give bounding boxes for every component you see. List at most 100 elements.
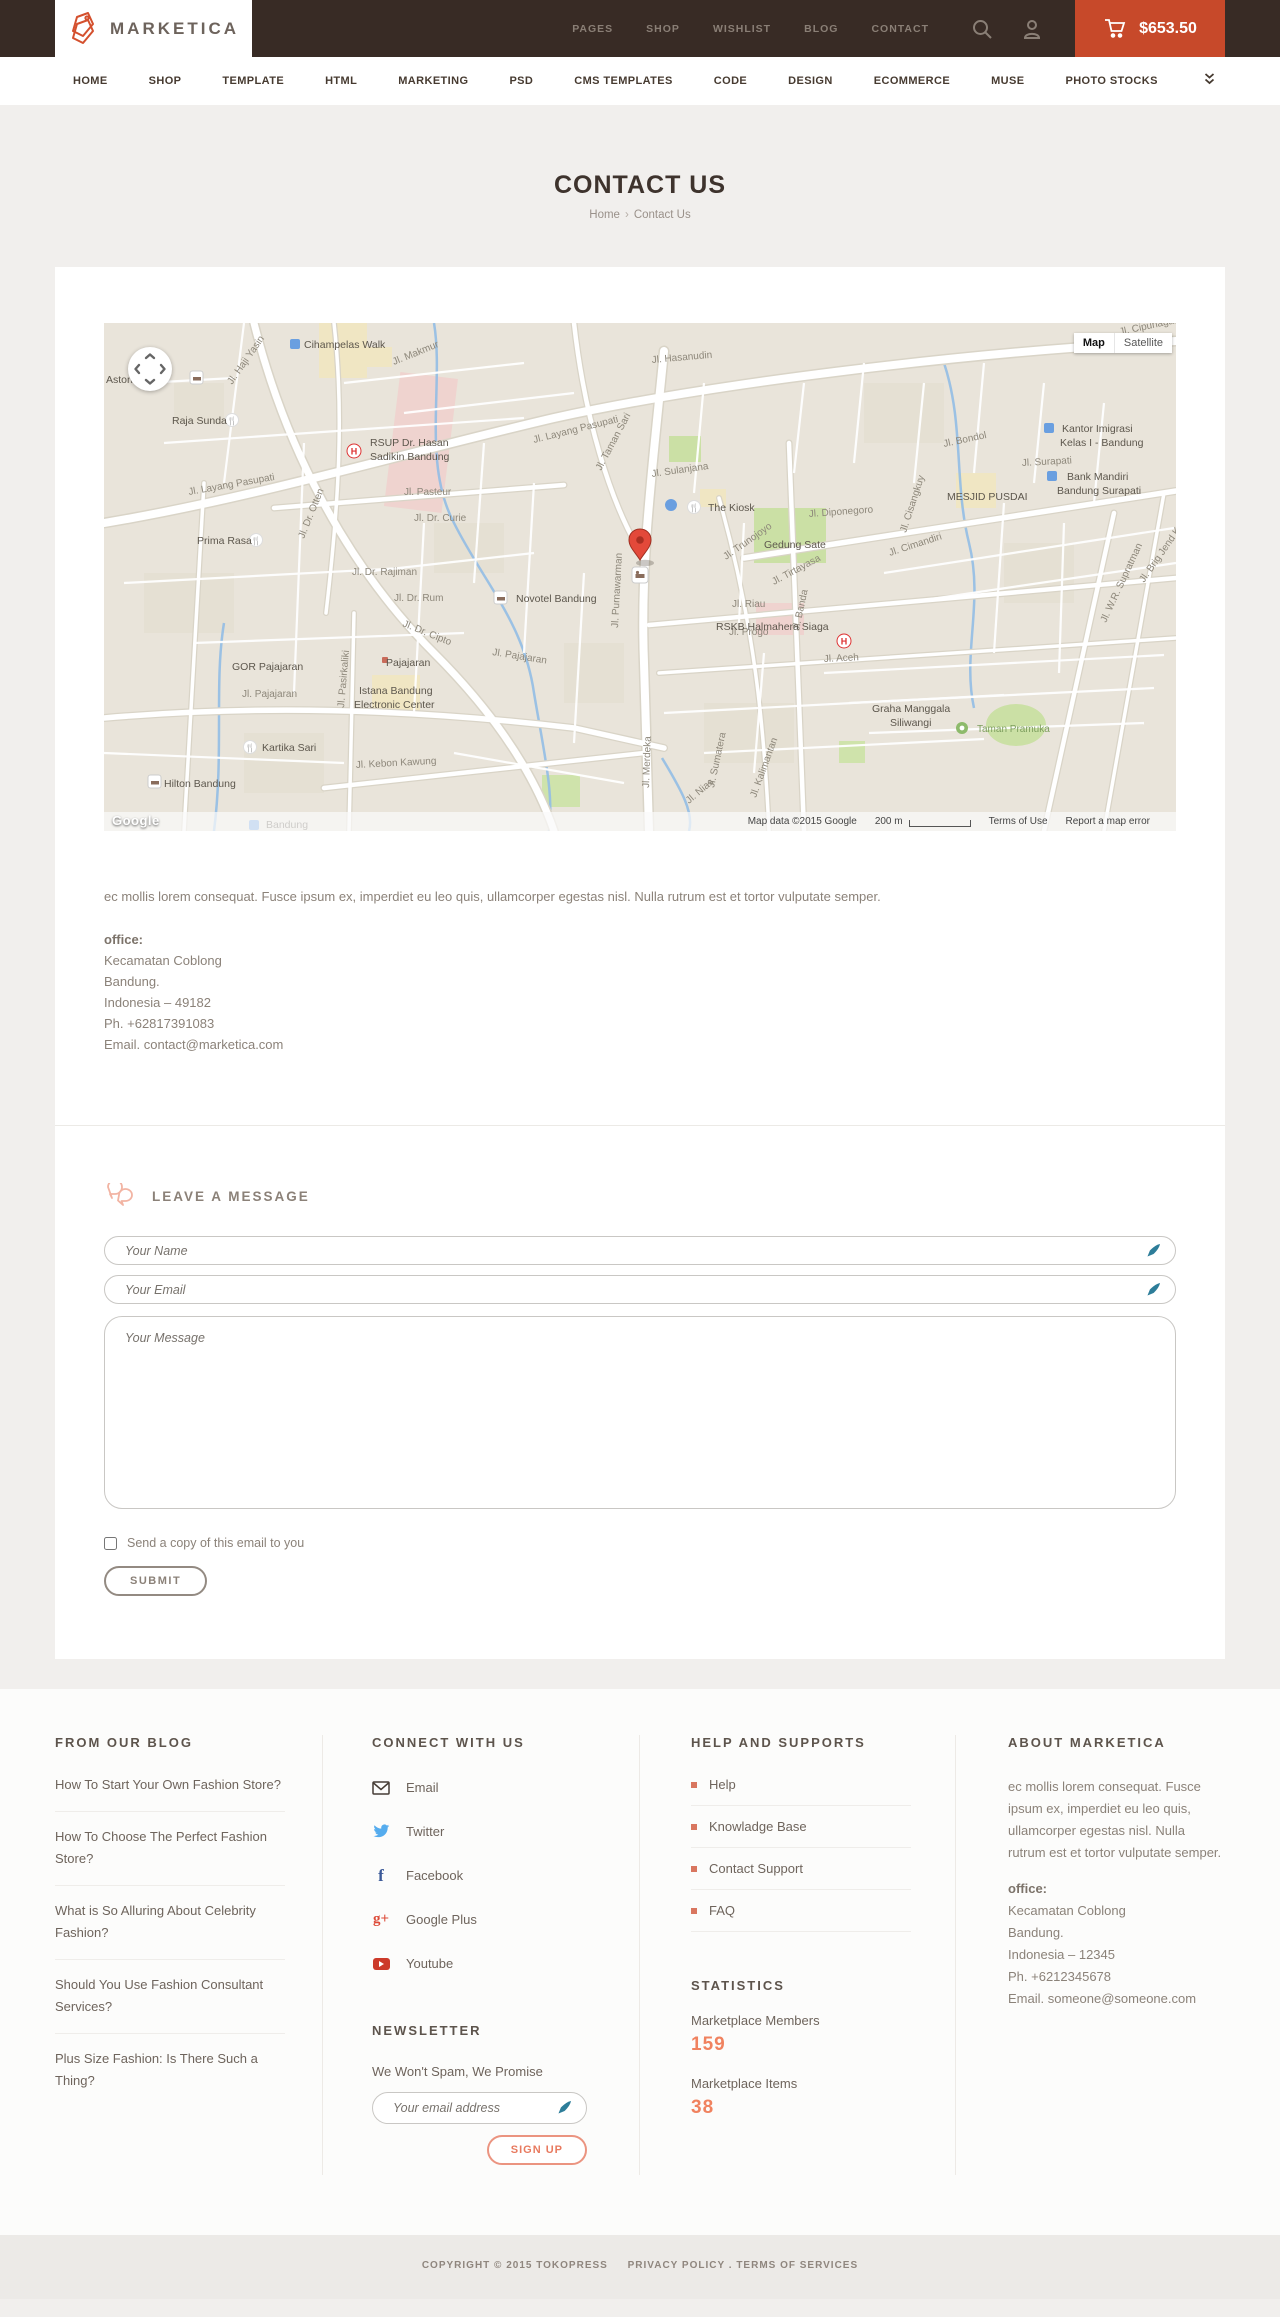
map-label: Jl. Dr. Rajiman [352, 567, 417, 578]
user-icon[interactable] [1021, 18, 1043, 40]
about-text: ec mollis lorem consequat. Fusce ipsum e… [1008, 1779, 1222, 1860]
pen-icon [1147, 1283, 1160, 1301]
top-nav-link[interactable]: CONTACT [871, 23, 929, 35]
newsletter: NEWSLETTER We Won't Spam, We Promise SIG… [372, 2023, 587, 2165]
form-heading: LEAVE A MESSAGE [152, 1189, 310, 1204]
satellite-button[interactable]: Satellite [1114, 333, 1172, 353]
brand-name: MARKETICA [110, 18, 239, 38]
main-nav-link[interactable]: PSD [509, 75, 533, 87]
square-bullet-icon [691, 1781, 697, 1788]
main-nav-link[interactable]: DESIGN [788, 75, 833, 87]
map-label: Bandung Surapati [1057, 485, 1141, 497]
map-label: Bank Mandiri [1067, 471, 1128, 483]
social-link-facebook[interactable]: f Facebook [372, 1866, 639, 1885]
office-label: office: [104, 932, 143, 947]
map-label: Jl. Merdeka [641, 736, 654, 788]
stat-label: Marketplace Members [691, 2013, 820, 2028]
send-copy-checkbox[interactable] [104, 1536, 117, 1550]
main-nav-link[interactable]: HTML [325, 75, 357, 87]
top-nav-link[interactable]: WISHLIST [713, 23, 771, 35]
stat-row: Marketplace Items 38 [691, 2076, 955, 2119]
send-copy-label[interactable]: Send a copy of this email to you [127, 1536, 304, 1550]
main-nav-link[interactable]: ECOMMERCE [874, 75, 950, 87]
social-link-twitter[interactable]: Twitter [372, 1822, 639, 1841]
address-line: Email. someone@someone.com [1008, 1991, 1197, 2006]
about-heading: ABOUT MARKETICA [1008, 1735, 1166, 1750]
social-link-youtube[interactable]: Youtube [372, 1954, 639, 1973]
help-link[interactable]: Help [691, 1764, 911, 1806]
map-label: Jl. Dr. Curie [414, 513, 467, 524]
name-input[interactable] [104, 1236, 1176, 1265]
terms-of-use-link[interactable]: Terms of Use [989, 816, 1048, 827]
map-button[interactable]: Map [1073, 333, 1115, 353]
svg-text:🍴: 🍴 [227, 416, 237, 426]
blog-link[interactable]: Plus Size Fashion: Is There Such a Thing… [55, 2034, 285, 2107]
main-nav-link[interactable]: TEMPLATE [222, 75, 284, 87]
email-icon [372, 1780, 390, 1795]
map-label: Cihampelas Walk [304, 339, 386, 351]
map-label: Istana Bandung [359, 685, 433, 697]
policy-links[interactable]: PRIVACY POLICY . TERMS OF SERVICES [628, 2260, 859, 2271]
search-icon[interactable] [971, 18, 993, 40]
square-bullet-icon [691, 1865, 697, 1872]
google-logo[interactable]: Google [112, 813, 160, 828]
address-line: Indonesia – 12345 [1008, 1947, 1115, 1962]
social-label: Youtube [406, 1956, 454, 1971]
social-list: Email Twitter f Facebook g+ Google Plus Youtub… [372, 1778, 639, 1973]
breadcrumb-home-link[interactable]: Home [589, 209, 620, 221]
blog-link[interactable]: How To Choose The Perfect Fashion Store? [55, 1812, 285, 1886]
blog-list: How To Start Your Own Fashion Store? How … [55, 1760, 322, 2107]
main-nav-link[interactable]: HOME [73, 75, 108, 87]
statistics-heading: STATISTICS [691, 1978, 785, 1993]
main-nav: HOME SHOP TEMPLATE HTML MARKETING PSD CMS TEMP… [0, 57, 1280, 105]
report-map-error-link[interactable]: Report a map error [1066, 816, 1150, 827]
breadcrumb-current: Contact Us [633, 209, 691, 221]
map-pan-control[interactable] [128, 347, 172, 391]
address-line: Bandung. [1008, 1925, 1064, 1940]
breadcrumb: Home › Contact Us [0, 209, 1280, 221]
submit-button[interactable]: SUBMIT [104, 1566, 208, 1596]
address-line: Bandung. [104, 974, 160, 989]
google-map[interactable]: 🍴 🍴 🍴 🍴 H H Jl. Layang Pasupati Jl. Laya… [104, 323, 1176, 831]
top-nav-link[interactable]: PAGES [572, 23, 613, 35]
youtube-icon [372, 1957, 390, 1970]
email-input[interactable] [104, 1275, 1176, 1304]
newsletter-tagline: We Won't Spam, We Promise [372, 2064, 543, 2079]
social-link-email[interactable]: Email [372, 1778, 639, 1797]
map-label: Raja Sunda [172, 415, 227, 427]
social-link-google-plus[interactable]: g+ Google Plus [372, 1910, 639, 1929]
main-nav-link[interactable]: SHOP [149, 75, 182, 87]
pen-icon [1147, 1244, 1160, 1262]
blog-link[interactable]: Should You Use Fashion Consultant Servic… [55, 1960, 285, 2034]
help-heading: HELP AND SUPPORTS [691, 1735, 866, 1750]
map-label: GOR Pajajaran [232, 661, 303, 673]
main-nav-link[interactable]: MARKETING [398, 75, 468, 87]
help-link[interactable]: FAQ [691, 1890, 911, 1932]
help-link[interactable]: Contact Support [691, 1848, 911, 1890]
chevron-down-icon[interactable] [1204, 72, 1215, 90]
map-label: Jl. Pasteur [404, 487, 452, 498]
help-link[interactable]: Knowladge Base [691, 1806, 911, 1848]
signup-button[interactable]: SIGN UP [486, 2135, 587, 2165]
blog-link[interactable]: How To Start Your Own Fashion Store? [55, 1760, 285, 1812]
stat-label: Marketplace Items [691, 2076, 798, 2091]
message-textarea[interactable] [104, 1316, 1176, 1509]
newsletter-email-input[interactable] [372, 2092, 587, 2124]
map-scalebar [908, 820, 971, 827]
map-label: Kantor Imigrasi [1062, 423, 1133, 435]
main-nav-link[interactable]: PHOTO STOCKS [1065, 75, 1157, 87]
top-nav-link[interactable]: BLOG [804, 23, 838, 35]
cart-button[interactable]: $653.50 [1075, 0, 1225, 57]
main-nav-link[interactable]: MUSE [991, 75, 1024, 87]
map-label: Jl. Dr. Rum [394, 593, 443, 604]
map-label: The Kiosk [708, 502, 755, 514]
map-type-controls: Map Satellite [1073, 333, 1172, 353]
contact-info: ec mollis lorem consequat. Fusce ipsum e… [55, 831, 1225, 1125]
logo[interactable]: MARKETICA [55, 0, 252, 57]
top-nav-link[interactable]: SHOP [646, 23, 680, 35]
top-nav: PAGES SHOP WISHLIST BLOG CONTACT [572, 23, 929, 35]
blog-link[interactable]: What is So Alluring About Celebrity Fash… [55, 1886, 285, 1960]
main-nav-link[interactable]: CODE [714, 75, 747, 87]
main-nav-link[interactable]: CMS TEMPLATES [574, 75, 673, 87]
connect-heading: CONNECT WITH US [372, 1735, 525, 1750]
